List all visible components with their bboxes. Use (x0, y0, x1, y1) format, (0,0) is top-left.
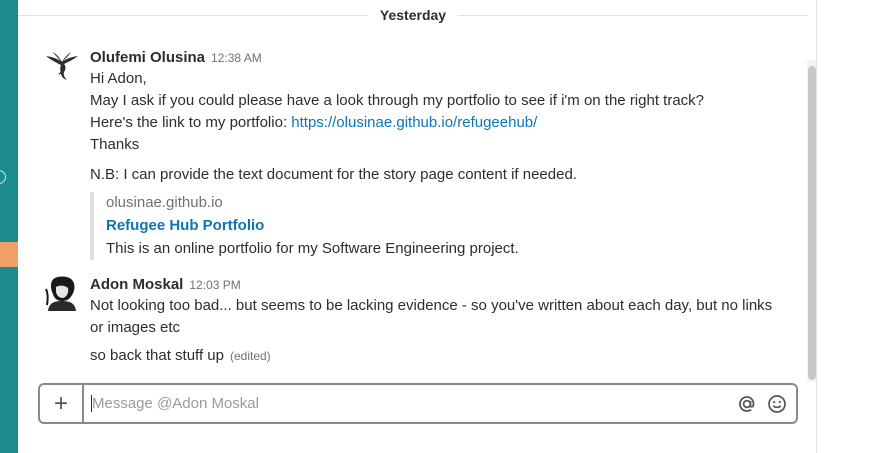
portfolio-link[interactable]: https://olusinae.github.io/refugeehub/ (291, 114, 537, 131)
channel-sidebar-edge (0, 0, 18, 453)
phoenix-logo-icon (46, 52, 78, 80)
message-text: Hi Adon, (90, 70, 147, 87)
attachment-service: olusinae.github.io (106, 194, 223, 211)
edited-label: (edited) (229, 349, 271, 363)
message-text: May I ask if you could please have a loo… (90, 92, 705, 109)
message-composer: + (38, 383, 798, 424)
user-photo-icon (44, 275, 80, 311)
attachment-title-link[interactable]: Refugee Hub Portfolio (106, 214, 780, 238)
message-text: N.B: I can provide the text document for… (90, 166, 577, 183)
message-sender[interactable]: Adon Moskal (90, 276, 183, 293)
scrollbar-thumb[interactable] (808, 66, 816, 380)
message-text-with-link: Here's the link to my portfolio: https:/… (90, 114, 538, 131)
message-text: Thanks (90, 136, 140, 153)
message-timestamp[interactable]: 12:03 PM (189, 278, 240, 292)
attachment-description: This is an online portfolio for my Softw… (106, 240, 519, 257)
message-input[interactable] (92, 392, 712, 414)
at-mention-icon[interactable] (736, 393, 758, 415)
add-attachment-button[interactable]: + (40, 385, 84, 422)
avatar[interactable] (44, 48, 80, 84)
right-gutter (816, 0, 896, 453)
avatar[interactable] (44, 275, 80, 311)
day-divider-label: Yesterday (368, 5, 458, 25)
message-sender[interactable]: Olufemi Olusina (90, 49, 205, 66)
link-preview-attachment: olusinae.github.io Refugee Hub Portfolio… (90, 192, 780, 260)
sidebar-unread-indicator (0, 242, 18, 267)
message-text: so back that stuff up (edited) (90, 347, 271, 364)
emoji-picker-icon[interactable] (766, 393, 788, 415)
message-text: Not looking too bad... but seems to be l… (90, 297, 773, 336)
message-timestamp[interactable]: 12:38 AM (211, 51, 262, 65)
